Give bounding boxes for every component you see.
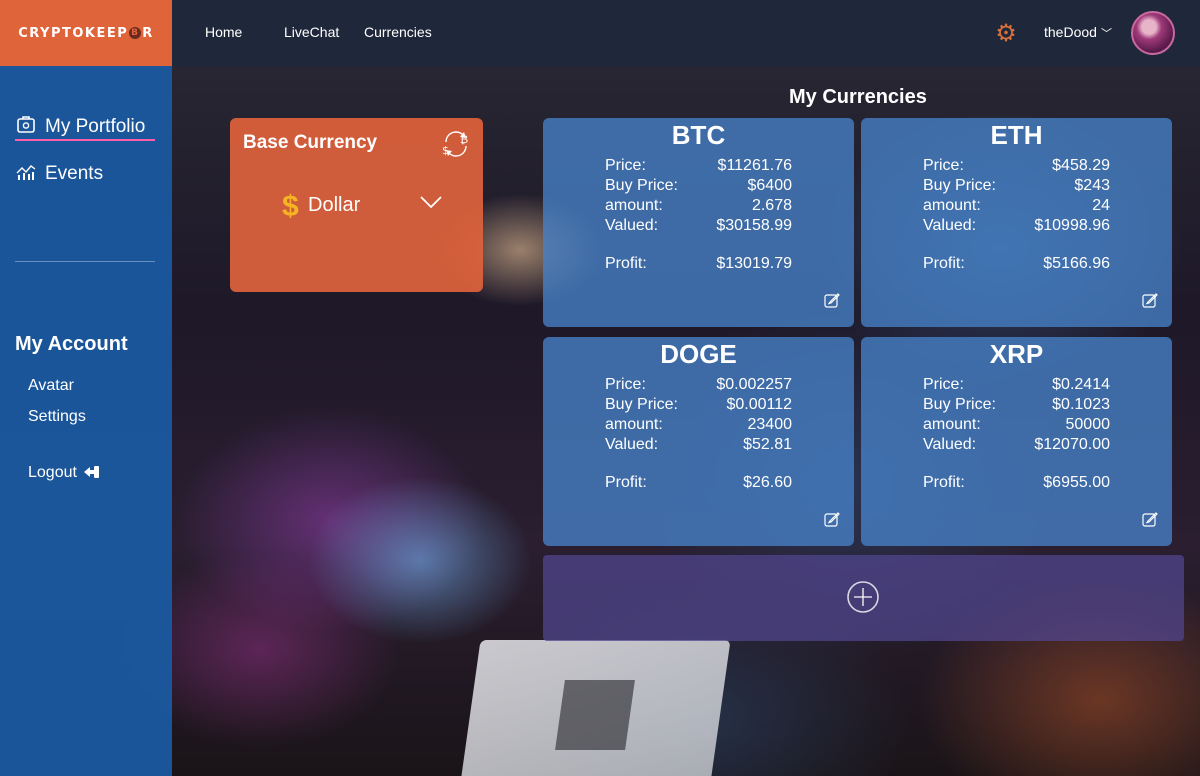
username: theDood — [1044, 24, 1097, 40]
logo-text: CRYPTOKEEP B R — [18, 25, 154, 41]
sidebar: My Portfolio Events My Account Avatar Se… — [0, 66, 172, 776]
price-row: Price: $0.002257 — [605, 376, 792, 393]
amount-row: amount: 50000 — [923, 416, 1110, 433]
chart-icon — [15, 164, 37, 185]
edit-icon[interactable] — [1142, 511, 1158, 532]
active-indicator — [15, 139, 155, 141]
price-row: Price: $0.2414 — [923, 376, 1110, 393]
amount-row: amount: 2.678 — [605, 197, 792, 214]
coin-name: DOGE — [660, 339, 737, 369]
user-menu[interactable]: theDood ﹀ — [1044, 24, 1112, 41]
coin-name: ETH — [990, 120, 1043, 150]
nav-livechat[interactable]: LiveChat — [284, 24, 339, 40]
profit-row: Profit: $26.60 — [605, 474, 792, 491]
profit-row: Profit: $5166.96 — [923, 255, 1110, 272]
nav-home[interactable]: Home — [205, 24, 242, 40]
buy-price-row: Buy Price: $0.1023 — [923, 396, 1110, 413]
amount-row: amount: 23400 — [605, 416, 792, 433]
coin-card-doge: DOGE Price: $0.002257 Buy Price: $0.00112 … — [543, 337, 854, 546]
amount-row: amount: 24 — [923, 197, 1110, 214]
bitcoin-logo-icon: B — [129, 27, 142, 39]
currency-select-value[interactable]: Dollar — [308, 194, 360, 217]
currency-swap-icon[interactable]: $ ₿ — [440, 128, 472, 165]
nav-currencies[interactable]: Currencies — [364, 24, 432, 40]
plus-circle-icon — [846, 580, 880, 614]
logout-button[interactable]: Logout — [28, 464, 100, 484]
price-row: Price: $458.29 — [923, 157, 1110, 174]
sidebar-item-events[interactable]: Events — [15, 163, 103, 185]
valued-row: Valued: $10998.96 — [923, 217, 1110, 234]
valued-row: Valued: $12070.00 — [923, 436, 1110, 453]
svg-text:$: $ — [442, 144, 449, 157]
dollar-icon: $ — [282, 190, 299, 223]
logout-label: Logout — [28, 464, 77, 481]
background-laptop-screen — [555, 680, 635, 750]
base-currency-title: Base Currency — [243, 132, 378, 153]
buy-price-row: Buy Price: $243 — [923, 177, 1110, 194]
price-row: Price: $11261.76 — [605, 157, 792, 174]
buy-price-row: Buy Price: $0.00112 — [605, 396, 792, 413]
base-currency-card: Base Currency $ ₿ $ Dollar — [230, 118, 483, 292]
coin-card-xrp: XRP Price: $0.2414 Buy Price: $0.1023 amou… — [861, 337, 1172, 546]
gear-icon[interactable]: ⚙ — [994, 22, 1018, 46]
valued-row: Valued: $52.81 — [605, 436, 792, 453]
logout-icon — [84, 465, 100, 484]
add-currency-button[interactable] — [543, 555, 1184, 641]
coin-name: BTC — [671, 120, 726, 150]
sidebar-item-portfolio[interactable]: My Portfolio — [15, 114, 145, 139]
top-navbar: CRYPTOKEEP B R Home LiveChat Currencies ⚙ … — [0, 0, 1200, 66]
edit-icon[interactable] — [824, 292, 840, 313]
svg-text:₿: ₿ — [460, 133, 468, 146]
logo[interactable]: CRYPTOKEEP B R — [0, 0, 172, 66]
sidebar-item-settings[interactable]: Settings — [28, 408, 86, 426]
buy-price-row: Buy Price: $6400 — [605, 177, 792, 194]
chevron-down-icon[interactable] — [419, 192, 443, 215]
avatar[interactable] — [1131, 11, 1175, 55]
edit-icon[interactable] — [1142, 292, 1158, 313]
valued-row: Valued: $30158.99 — [605, 217, 792, 234]
sidebar-item-label: My Portfolio — [45, 115, 146, 137]
sidebar-divider — [15, 261, 155, 262]
account-heading: My Account — [15, 333, 128, 355]
profit-row: Profit: $13019.79 — [605, 255, 792, 272]
sidebar-item-avatar[interactable]: Avatar — [28, 377, 74, 395]
profit-row: Profit: $6955.00 — [923, 474, 1110, 491]
coin-card-eth: ETH Price: $458.29 Buy Price: $243 amount:… — [861, 118, 1172, 327]
coin-card-btc: BTC Price: $11261.76 Buy Price: $6400 amou… — [543, 118, 854, 327]
coin-name: XRP — [989, 339, 1044, 369]
chevron-down-icon: ﹀ — [1100, 28, 1112, 40]
page-title: My Currencies — [789, 86, 927, 108]
sidebar-item-label: Events — [45, 163, 104, 184]
edit-icon[interactable] — [824, 511, 840, 532]
portfolio-icon — [15, 114, 37, 139]
